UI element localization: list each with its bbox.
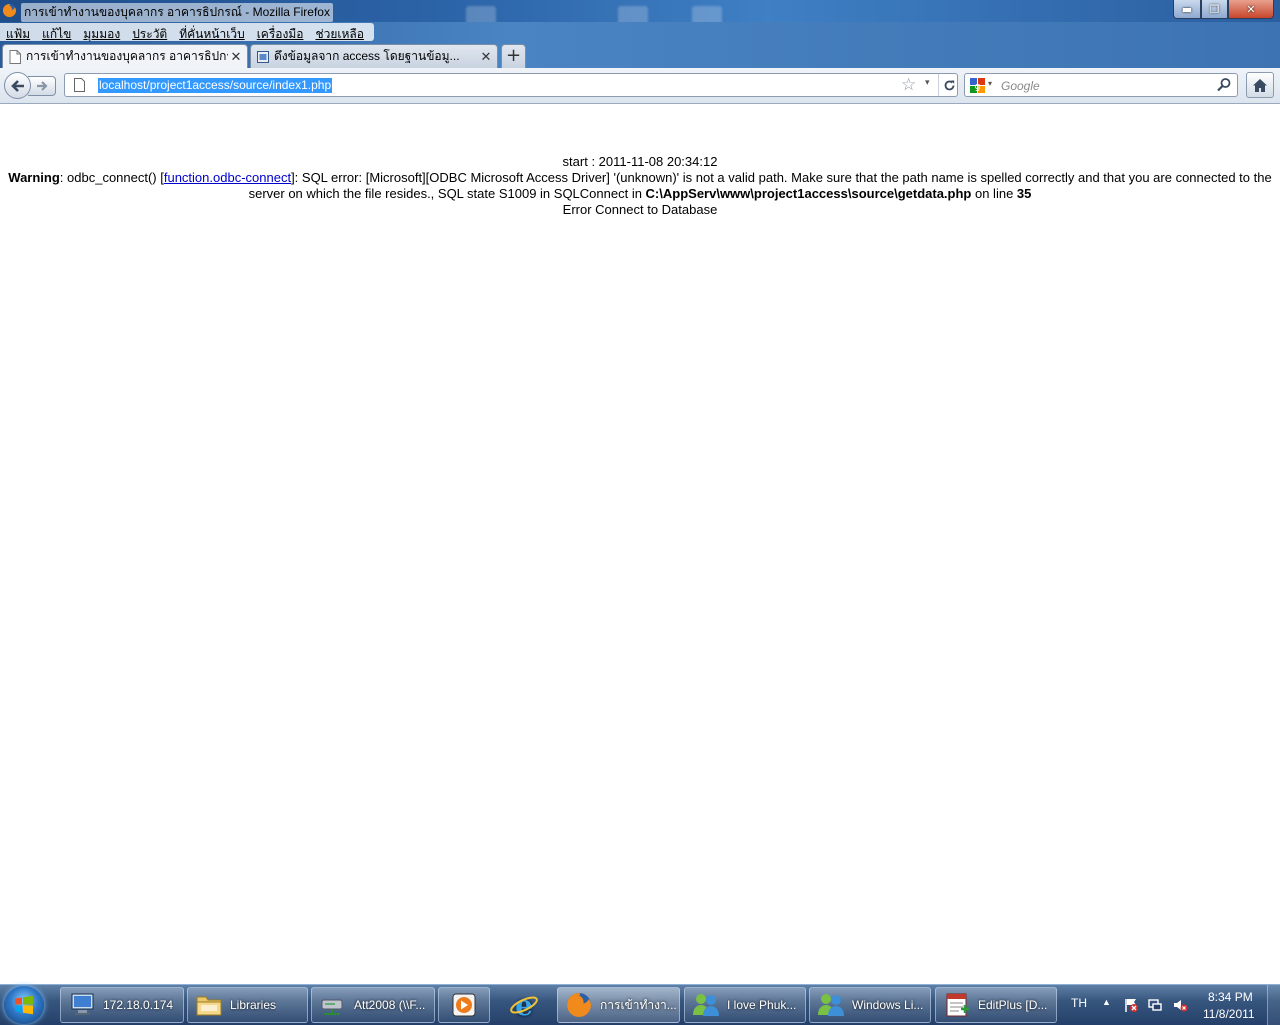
menu-file[interactable]: แฟ้ม — [0, 23, 36, 41]
url-input[interactable]: localhost/project1access/source/index1.p… — [98, 78, 333, 93]
search-icon[interactable] — [1216, 77, 1232, 93]
show-desktop-button[interactable] — [1267, 985, 1280, 1025]
maximize-button[interactable]: ❐ — [1201, 0, 1228, 19]
warning-prefix: : odbc_connect() [ — [59, 170, 164, 185]
page-icon — [9, 49, 21, 64]
page-content: start : 2011-11-08 20:34:12 Warning: odb… — [0, 104, 1280, 984]
tab-close-icon[interactable]: ✕ — [228, 49, 244, 65]
taskbar-item-internet-explorer[interactable]: e — [496, 987, 552, 1023]
odbc-warning: Warning: odbc_connect() [function.odbc-c… — [8, 170, 1272, 202]
start-timestamp: start : 2011-11-08 20:34:12 — [562, 154, 718, 169]
taskbar-item-editplus[interactable]: EditPlus [D... — [935, 987, 1057, 1023]
new-tab-button[interactable]: + — [501, 44, 526, 68]
db-error-message: Error Connect to Database — [562, 202, 718, 217]
menu-list: แฟ้ม แก้ไข มุมมอง ประวัติ ที่คั่นหน้าเว็… — [0, 23, 374, 41]
clock-time[interactable]: 8:34 PM — [1208, 990, 1253, 1004]
svg-text:e: e — [515, 991, 533, 1019]
menu-help[interactable]: ช่วยเหลือ — [309, 23, 370, 41]
home-icon — [1253, 78, 1267, 92]
back-button[interactable] — [4, 72, 31, 99]
tab-label: การเข้าทำงานของบุคลากร อาคารธิปกรณ์ — [26, 49, 228, 63]
internet-explorer-icon: e — [510, 991, 538, 1019]
navigation-toolbar: localhost/project1access/source/index1.p… — [0, 68, 1280, 104]
menu-bar: แฟ้ม แก้ไข มุมมอง ประวัติ ที่คั่นหน้าเว็… — [0, 22, 1280, 42]
search-input[interactable]: Google — [1001, 79, 1040, 93]
volume-muted-icon[interactable] — [1172, 997, 1188, 1013]
start-button[interactable] — [4, 986, 44, 1024]
system-tray: TH ▲ 8:34 PM 11/8/2011 — [1062, 985, 1280, 1025]
forward-arrow-icon — [36, 81, 48, 91]
taskbar-item-network-folder[interactable]: Att2008 (\\F... — [311, 987, 435, 1023]
search-bar[interactable]: g ▾ Google — [964, 73, 1238, 97]
taskbar-item-firefox[interactable]: การเข้าทำงา... — [557, 987, 680, 1023]
google-icon[interactable]: g — [970, 78, 985, 93]
network-drive-icon — [321, 999, 343, 1015]
firefox-icon — [567, 993, 591, 1017]
reload-icon — [944, 80, 954, 90]
media-player-icon — [452, 993, 476, 1017]
url-bar[interactable]: localhost/project1access/source/index1.p… — [64, 73, 958, 97]
taskbar-item-label: การเข้าทำงา... — [600, 997, 677, 1012]
close-button[interactable]: ✕ — [1228, 0, 1274, 19]
taskbar-item-messenger-chat[interactable]: I love Phuk... — [684, 987, 806, 1023]
network-icon[interactable] — [1147, 997, 1163, 1013]
back-forward-group — [4, 72, 58, 99]
menu-view[interactable]: มุมมอง — [77, 23, 126, 41]
svg-text:g: g — [975, 82, 981, 92]
tab-close-icon[interactable]: ✕ — [478, 49, 494, 65]
tab-bar: การเข้าทำงานของบุคลากร อาคารธิปกรณ์ ✕ ดึ… — [0, 42, 1280, 68]
window-controls: ▬ ❐ ✕ — [1173, 0, 1274, 19]
minimize-button[interactable]: ▬ — [1173, 0, 1201, 19]
php-output: start : 2011-11-08 20:34:12 Warning: odb… — [8, 154, 1272, 218]
taskbar-item-label: EditPlus [D... — [978, 998, 1048, 1012]
tab-access-data[interactable]: ดึงข้อมูลจาก access โดยฐานข้อมู... ✕ — [250, 44, 498, 68]
show-hidden-icons-button[interactable]: ▲ — [1102, 997, 1111, 1007]
minimize-icon: ▬ — [1181, 2, 1193, 16]
remote-desktop-icon — [71, 993, 94, 1015]
messenger-icon — [693, 994, 719, 1016]
taskbar-item-label: I love Phuk... — [727, 998, 797, 1012]
taskbar-item-label: Att2008 (\\F... — [354, 998, 426, 1012]
taskbar-item-windows-live[interactable]: Windows Li... — [809, 987, 931, 1023]
taskbar-item-label: Windows Li... — [852, 998, 924, 1012]
reload-button[interactable] — [938, 74, 959, 96]
messenger-icon — [818, 994, 844, 1016]
window-title-bar[interactable]: การเข้าทำงานของบุคลากร อาคารธิปกรณ์ - Mo… — [0, 0, 1280, 46]
page-icon — [74, 78, 85, 92]
warning-file-path: C:\AppServ\www\project1access\source\get… — [645, 186, 972, 201]
warning-label: Warning — [8, 170, 60, 185]
search-engine-dropdown-icon[interactable]: ▾ — [988, 79, 992, 88]
taskbar-item-label: 172.18.0.174 — [103, 998, 174, 1012]
close-icon: ✕ — [1246, 2, 1256, 16]
restore-icon: ❐ — [1209, 2, 1220, 16]
warning-line-number: 35 — [1016, 186, 1032, 201]
windows-logo-icon — [15, 995, 33, 1015]
tab-label: ดึงข้อมูลจาก access โดยฐานข้อมู... — [274, 49, 460, 63]
folder-icon — [196, 996, 222, 1016]
website-icon — [257, 50, 269, 63]
odbc-connect-doc-link[interactable]: function.odbc-connect — [164, 170, 291, 185]
menu-tools[interactable]: เครื่องมือ — [251, 23, 310, 41]
home-button[interactable] — [1246, 72, 1274, 98]
windows-taskbar: 172.18.0.174 Libraries Att2008 (\\F... e — [0, 984, 1280, 1025]
action-center-flag-icon[interactable] — [1123, 997, 1139, 1013]
bookmark-star-icon[interactable]: ☆ — [901, 75, 916, 95]
firefox-icon — [2, 3, 17, 18]
warning-on-line: on line — [971, 186, 1017, 201]
taskbar-item-label: Libraries — [230, 998, 277, 1012]
menu-edit[interactable]: แก้ไข — [36, 23, 77, 41]
menu-history[interactable]: ประวัติ — [126, 23, 173, 41]
tab-personnel-attendance[interactable]: การเข้าทำงานของบุคลากร อาคารธิปกรณ์ ✕ — [2, 44, 248, 68]
taskbar-item-media-player[interactable] — [438, 987, 490, 1023]
back-arrow-icon — [10, 79, 24, 92]
editplus-icon — [946, 993, 969, 1017]
window-title: การเข้าทำงานของบุคลากร อาคารธิปกรณ์ - Mo… — [21, 3, 333, 22]
forward-button[interactable] — [28, 76, 56, 96]
taskbar-item-libraries[interactable]: Libraries — [187, 987, 308, 1023]
taskbar-item-remote-desktop[interactable]: 172.18.0.174 — [60, 987, 184, 1023]
language-indicator[interactable]: TH — [1071, 996, 1087, 1010]
history-dropdown-icon[interactable]: ▾ — [925, 78, 930, 88]
menu-bookmarks[interactable]: ที่คั่นหน้าเว็บ — [173, 23, 250, 41]
clock-date[interactable]: 11/8/2011 — [1203, 1007, 1255, 1021]
